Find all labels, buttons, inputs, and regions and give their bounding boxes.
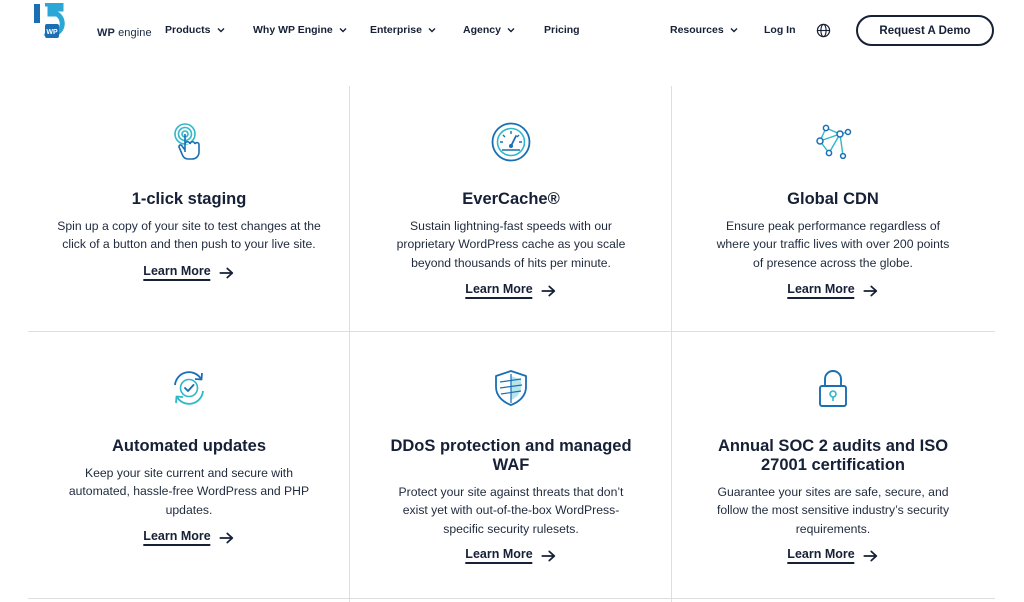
padlock-icon (819, 370, 847, 407)
feature-card-updates: Automated updates Keep your site current… (28, 332, 350, 598)
nav-enterprise-label: Enterprise (370, 24, 422, 36)
nav-pricing[interactable]: Pricing (544, 24, 580, 36)
chevron-down-icon (507, 28, 515, 33)
feature-card-evercache: EverCache® Sustain lightning-fast speeds… (350, 86, 672, 331)
site-header: WP WP engine Products Why WP Engine Ente… (0, 0, 1024, 60)
chevron-down-icon (217, 28, 225, 33)
description-line: specific security rulesets. (443, 521, 579, 536)
learn-more-label: Learn More (787, 547, 855, 564)
arrow-right-icon (219, 532, 234, 543)
chevron-down-icon (730, 28, 738, 33)
learn-more-label: Learn More (143, 264, 211, 281)
arrow-right-icon (863, 550, 878, 561)
title-line: DDoS protection and managed (390, 437, 632, 455)
arrow-right-icon (863, 285, 878, 296)
description-line: Protect your site against threats that d… (398, 485, 624, 499)
nav-why-wp-engine[interactable]: Why WP Engine (253, 24, 347, 36)
logo-wordmark-light: engine (114, 27, 152, 39)
arrow-right-icon (541, 285, 556, 296)
nav-products[interactable]: Products (165, 24, 225, 36)
learn-more-link[interactable]: Learn More (787, 282, 878, 299)
feature-description: Keep your site current and secure with a… (28, 464, 350, 519)
arrow-right-icon (219, 267, 234, 278)
feature-card-soc2: Annual SOC 2 audits and ISO 27001 certif… (672, 332, 994, 598)
feature-description: Protect your site against threats that d… (350, 483, 672, 538)
request-demo-button[interactable]: Request A Demo (856, 15, 994, 46)
feature-title: 1-click staging (131, 190, 247, 208)
description-line: Sustain lightning-fast speeds with our (410, 219, 612, 233)
globe-icon[interactable] (816, 23, 831, 38)
nav-pricing-label: Pricing (544, 24, 580, 36)
nav-agency[interactable]: Agency (463, 24, 515, 36)
learn-more-link[interactable]: Learn More (465, 282, 556, 299)
feature-card-ddos: DDoS protection and managed WAF Protect … (350, 332, 672, 598)
wp-engine-logo[interactable]: WP WP engine (33, 1, 152, 51)
nav-resources-label: Resources (670, 24, 724, 36)
speedometer-icon (491, 122, 531, 162)
nav-login[interactable]: Log In (764, 24, 796, 36)
shield-icon (495, 370, 527, 406)
description-line: Ensure peak performance regardless of (725, 219, 941, 233)
nav-why-label: Why WP Engine (253, 24, 333, 36)
logo-15-icon: WP (34, 1, 65, 38)
feature-title: EverCache® (462, 190, 560, 208)
description-line: automated, hassle-free WordPress and PHP (68, 484, 310, 499)
description-line: follow the most sensitive industry’s sec… (716, 503, 950, 518)
learn-more-label: Learn More (787, 282, 855, 299)
feature-description: Guarantee your sites are safe, secure, a… (672, 483, 994, 538)
feature-card-staging: 1-click staging Spin up a copy of your s… (28, 86, 350, 331)
network-nodes-icon (816, 124, 852, 160)
feature-card-cdn: Global CDN Ensure peak performance regar… (672, 86, 994, 331)
tap-finger-icon (174, 123, 200, 160)
arrow-right-icon (541, 550, 556, 561)
learn-more-link[interactable]: Learn More (143, 264, 234, 281)
learn-more-label: Learn More (143, 529, 211, 546)
nav-login-label: Log In (764, 24, 796, 36)
nav-enterprise[interactable]: Enterprise (370, 24, 436, 36)
description-line: Spin up a copy of your site to test chan… (57, 219, 321, 233)
feature-title: Global CDN (787, 190, 879, 208)
logo-badge-text: WP (46, 29, 58, 36)
nav-products-label: Products (165, 24, 211, 36)
description-line: requirements. (795, 521, 871, 536)
description-line: of presence across the globe. (753, 255, 913, 270)
nav-agency-label: Agency (463, 24, 501, 36)
feature-title: DDoS protection and managed WAF (350, 437, 672, 475)
learn-more-link[interactable]: Learn More (465, 547, 556, 564)
feature-description: Ensure peak performance regardless of wh… (672, 217, 994, 272)
feature-description: Sustain lightning-fast speeds with our p… (350, 217, 672, 272)
description-line: proprietary WordPress cache as you scale (396, 237, 626, 252)
chevron-down-icon (428, 28, 436, 33)
chevron-down-icon (339, 28, 347, 33)
nav-resources[interactable]: Resources (670, 24, 738, 36)
description-line: updates. (165, 502, 213, 517)
title-line: Annual SOC 2 audits and ISO (717, 437, 949, 455)
logo-wordmark-bold: WP (97, 27, 115, 39)
feature-description: Spin up a copy of your site to test chan… (28, 217, 350, 254)
description-line: click of a button and then push to your … (62, 237, 316, 252)
feature-title: Annual SOC 2 audits and ISO 27001 certif… (672, 437, 994, 475)
description-line: beyond thousands of hits per minute. (411, 255, 611, 270)
description-line: Guarantee your sites are safe, secure, a… (717, 485, 949, 499)
refresh-check-icon (174, 371, 204, 405)
grid-divider-horizontal (28, 598, 995, 599)
feature-title: Automated updates (111, 437, 266, 455)
learn-more-label: Learn More (465, 547, 533, 564)
learn-more-link[interactable]: Learn More (787, 547, 878, 564)
logo-wordmark: WP engine (97, 27, 152, 39)
description-line: Keep your site current and secure with (85, 466, 293, 480)
title-line: WAF (492, 456, 530, 474)
title-line: 27001 certification (761, 456, 905, 474)
description-line: where your traffic lives with over 200 p… (716, 237, 950, 252)
description-line: exist yet with out-of-the-box WordPress- (402, 503, 620, 518)
learn-more-label: Learn More (465, 282, 533, 299)
learn-more-link[interactable]: Learn More (143, 529, 234, 546)
